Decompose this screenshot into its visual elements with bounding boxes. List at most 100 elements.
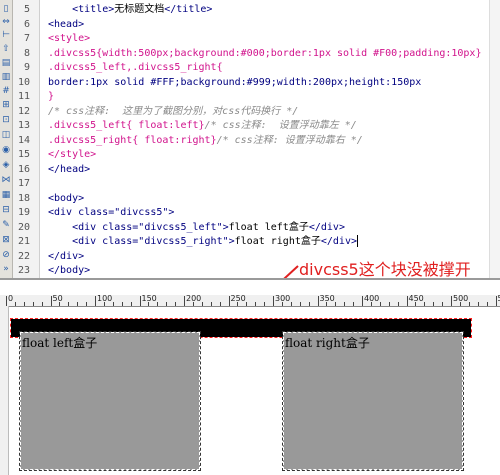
ruler-minor-tick	[442, 302, 443, 306]
code-token: </div>	[48, 251, 84, 262]
ruler-major-tick	[51, 296, 52, 306]
code-line[interactable]: </body>	[48, 263, 90, 278]
code-token: float right盒子	[235, 236, 321, 247]
ruler-minor-tick	[59, 302, 60, 306]
line-number: 8	[0, 46, 34, 61]
code-line[interactable]: <div class="divcss5_left">float left盒子</…	[48, 220, 345, 235]
ruler-minor-tick	[264, 302, 265, 306]
ruler-minor-tick	[237, 302, 238, 306]
divcss5-right-box[interactable]: float right盒子	[283, 332, 463, 470]
line-number: 17	[0, 176, 34, 191]
ruler-major-tick	[95, 296, 96, 306]
ruler-minor-tick	[246, 302, 247, 306]
ruler-minor-tick	[148, 302, 149, 306]
code-token: .divcss5_left,.divcss5_right{	[48, 62, 223, 73]
code-line[interactable]: </head>	[48, 162, 90, 177]
ruler-minor-tick	[460, 302, 461, 306]
ruler-minor-tick	[344, 302, 345, 306]
code-line[interactable]: border:1px solid #FFF;background:#999;wi…	[48, 75, 421, 90]
code-line[interactable]: </div>	[48, 249, 84, 264]
line-number: 6	[0, 17, 34, 32]
ruler-minor-tick	[220, 302, 221, 306]
ruler-tick-label: 50	[53, 295, 63, 303]
line-number-gutter: 567891011121314151617181920212223	[13, 0, 40, 278]
code-token: .divcss5_right{ float:right}	[48, 135, 217, 146]
code-line[interactable]: </style>	[48, 147, 96, 162]
ruler-minor-tick	[122, 302, 123, 306]
editor-scrollbar[interactable]	[489, 0, 500, 278]
text-caret	[357, 235, 358, 247]
line-number: 18	[0, 191, 34, 206]
code-line[interactable]: <head>	[48, 17, 84, 32]
code-line[interactable]: .divcss5_left{ float:left}/* css注释: 设置浮动…	[48, 118, 357, 133]
line-number: 10	[0, 75, 34, 90]
ruler-minor-tick	[113, 302, 114, 306]
line-number: 9	[0, 60, 34, 75]
ruler-minor-tick	[415, 302, 416, 306]
line-number: 22	[0, 249, 34, 264]
ruler-minor-tick	[433, 302, 434, 306]
horizontal-ruler: 050100150200250300350400450500550	[0, 295, 500, 307]
ruler-minor-tick	[77, 302, 78, 306]
ruler-minor-tick	[424, 302, 425, 306]
code-token: 无标题文档	[114, 4, 164, 15]
ruler-minor-tick	[104, 302, 105, 306]
line-number: 23	[0, 263, 34, 278]
code-token: <div class="divcss5_right">	[48, 236, 235, 247]
ruler-minor-tick	[255, 302, 256, 306]
design-canvas[interactable]: float left盒子 float right盒子	[9, 307, 500, 475]
code-token: <body>	[48, 193, 84, 204]
ruler-minor-tick	[326, 302, 327, 306]
ruler-major-tick	[318, 296, 319, 306]
line-number: 16	[0, 162, 34, 177]
ruler-minor-tick	[211, 302, 212, 306]
code-line[interactable]: .divcss5_left,.divcss5_right{	[48, 60, 223, 75]
code-token: /* css注释: 设置浮动靠右 */	[217, 135, 363, 146]
code-token: </style>	[48, 149, 96, 160]
code-line[interactable]: <title>无标题文档</title>	[48, 2, 212, 17]
ruler-minor-tick	[469, 302, 470, 306]
ruler-minor-tick	[478, 302, 479, 306]
right-box-label: float right盒子	[285, 334, 370, 351]
ruler-minor-tick	[33, 302, 34, 306]
line-number: 21	[0, 234, 34, 249]
code-token: border:1px solid #FFF;background:#999;wi…	[48, 77, 421, 88]
code-line[interactable]: <body>	[48, 191, 84, 206]
code-line[interactable]: <style>	[48, 31, 90, 46]
ruler-major-tick	[496, 296, 497, 306]
code-line[interactable]: .divcss5_right{ float:right}/* css注释: 设置…	[48, 133, 363, 148]
ruler-minor-tick	[353, 302, 354, 306]
code-token: </div>	[309, 222, 345, 233]
ruler-minor-tick	[487, 302, 488, 306]
line-number: 14	[0, 133, 34, 148]
ruler-minor-tick	[291, 302, 292, 306]
code-token: </div>	[321, 236, 357, 247]
ruler-minor-tick	[68, 302, 69, 306]
ruler-minor-tick	[202, 302, 203, 306]
ruler-minor-tick	[175, 302, 176, 306]
ruler-minor-tick	[389, 302, 390, 306]
ruler-minor-tick	[193, 302, 194, 306]
ruler-minor-tick	[86, 302, 87, 306]
code-token: <head>	[48, 19, 84, 30]
code-line[interactable]: <div class="divcss5">	[48, 205, 174, 220]
ruler-minor-tick	[157, 302, 158, 306]
ruler-minor-tick	[282, 302, 283, 306]
divcss5-left-box[interactable]: float left盒子	[20, 332, 200, 470]
code-token: </head>	[48, 164, 90, 175]
code-editor[interactable]: ▯ ⇔ ⊢ ⇧ ▤ ▥ # ⊞ ⊡ ◫ ◉ ◈ ⋈ ▦ ⊟ ✎ ⊠ ⊘ » 56…	[0, 0, 500, 278]
ruler-major-tick	[273, 296, 274, 306]
line-number: 7	[0, 31, 34, 46]
code-line[interactable]: }	[48, 89, 54, 104]
ruler-major-tick	[407, 296, 408, 306]
line-number: 15	[0, 147, 34, 162]
left-box-label: float left盒子	[22, 334, 97, 351]
ruler-major-tick	[229, 296, 230, 306]
code-token: </title>	[164, 4, 212, 15]
code-line[interactable]: .divcss5{width:500px;background:#000;bor…	[48, 46, 481, 61]
ruler-minor-tick	[398, 302, 399, 306]
design-view[interactable]: 050100150200250300350400450500550 float …	[0, 278, 500, 475]
ruler-minor-tick	[131, 302, 132, 306]
code-line[interactable]: <div class="divcss5_right">float right盒子…	[48, 234, 358, 249]
code-line[interactable]: /* css注释: 这里为了截图分别，对css代码换行 */	[48, 104, 298, 119]
